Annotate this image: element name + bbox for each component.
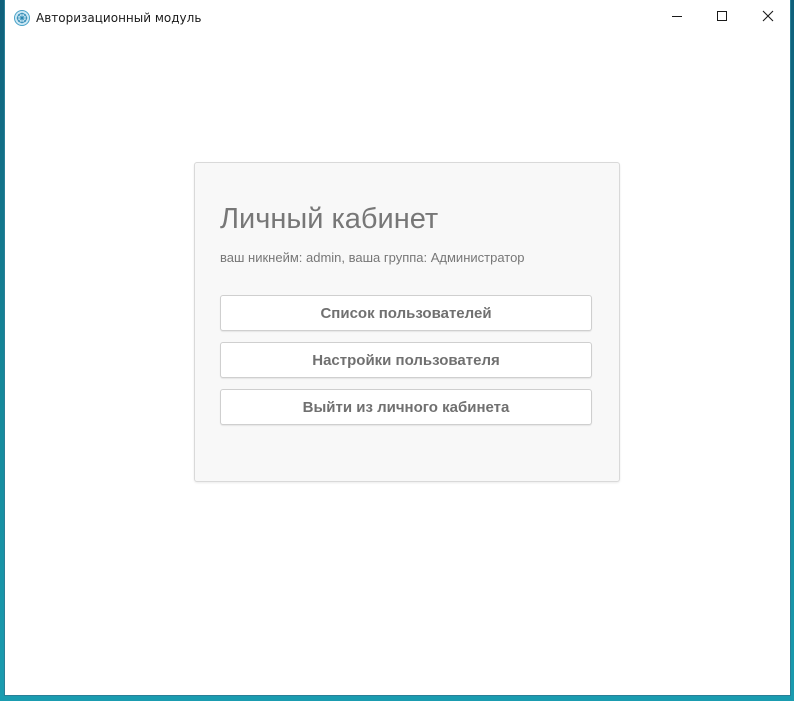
- minimize-button[interactable]: [654, 0, 700, 36]
- page-title: Личный кабинет: [220, 203, 439, 235]
- window-title: Авторизационный модуль: [36, 11, 202, 25]
- logout-button[interactable]: Выйти из личного кабинета: [220, 389, 592, 425]
- personal-cabinet-panel: Личный кабинет ваш никнейм: admin, ваша …: [194, 162, 620, 482]
- maximize-icon: [716, 9, 728, 27]
- app-logo-icon: [14, 10, 30, 26]
- users-list-button[interactable]: Список пользователей: [220, 295, 592, 331]
- user-info-text: ваш никнейм: admin, ваша группа: Админис…: [220, 250, 525, 265]
- close-button[interactable]: [745, 0, 791, 36]
- title-bar[interactable]: Авторизационный модуль: [5, 0, 790, 36]
- close-icon: [762, 9, 774, 27]
- minimize-icon: [671, 9, 683, 27]
- maximize-button[interactable]: [699, 0, 745, 36]
- app-window: Авторизационный модуль Личный кабинет ва…: [5, 0, 790, 695]
- user-settings-button[interactable]: Настройки пользователя: [220, 342, 592, 378]
